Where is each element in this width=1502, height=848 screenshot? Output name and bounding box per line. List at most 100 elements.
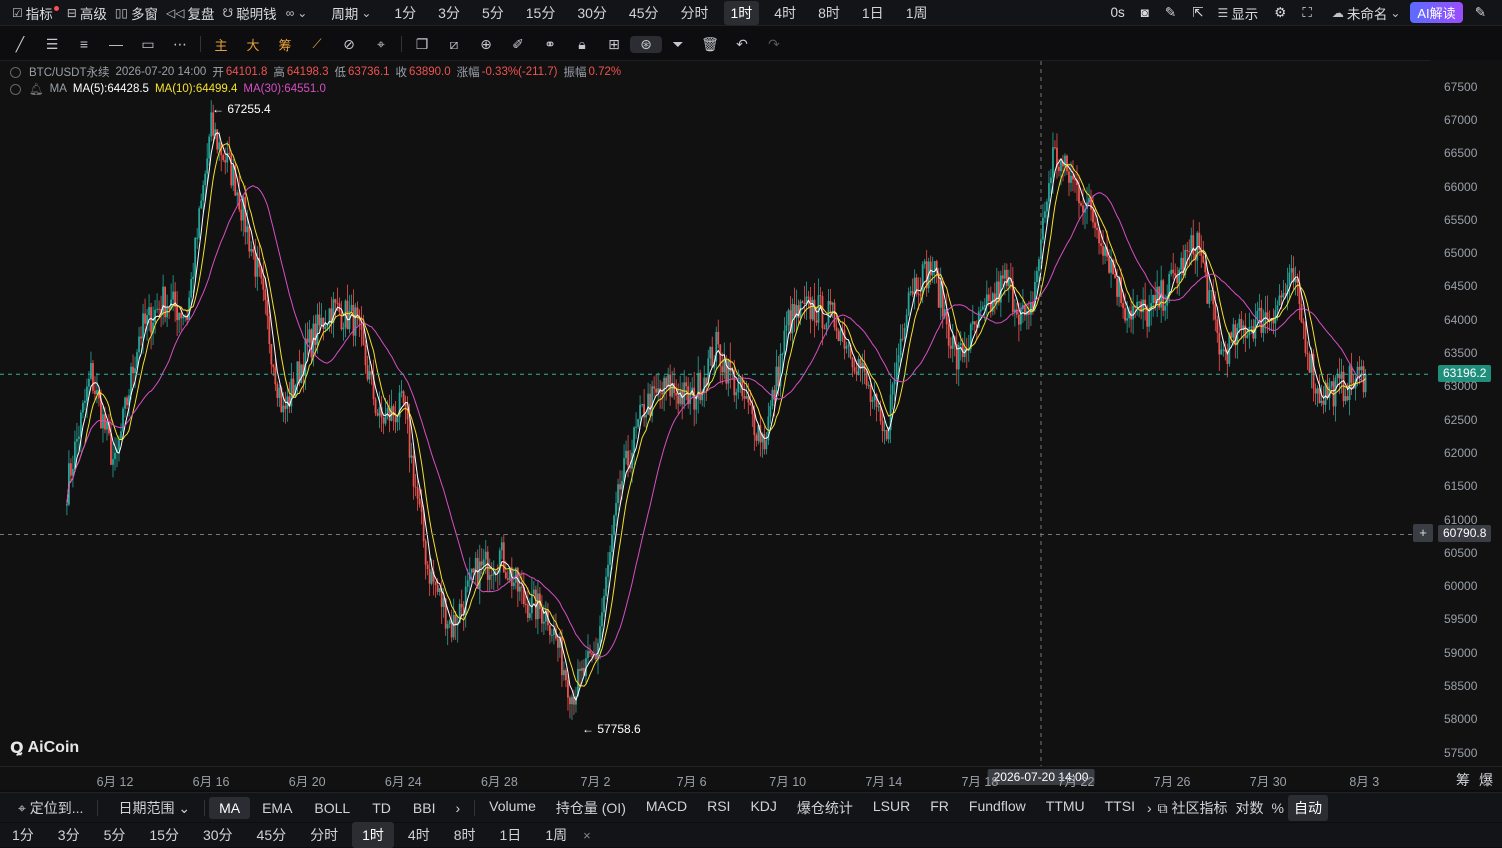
sub-indicator-tab-3[interactable]: RSI [697, 795, 740, 821]
filter-icon[interactable]: ⏷ [662, 36, 694, 53]
smart-money-button[interactable]: ☋ 聪明钱 ∞ ⌄ [219, 3, 312, 23]
date-range-dropdown[interactable]: 日期范围 ⌄ [108, 795, 200, 821]
candle-body [1340, 371, 1343, 379]
bottom-period-tab-10[interactable]: 1日 [490, 822, 532, 848]
sub-indicator-tab-8[interactable]: Fundflow [959, 795, 1036, 821]
settings-icon[interactable]: ⚙ [1270, 5, 1290, 21]
period-dropdown[interactable]: 周期 ⌄ [327, 3, 375, 23]
overlay-tab-3[interactable]: TD [362, 797, 401, 819]
period-tab-9[interactable]: 8时 [811, 1, 847, 25]
percent-toggle[interactable]: % [1268, 797, 1288, 819]
collapse-icon[interactable] [10, 83, 21, 95]
overlay-tab-0[interactable]: MA [209, 796, 251, 819]
lock-icon[interactable]: 🔒︎ [566, 36, 598, 53]
eraser-icon[interactable]: ✐ [502, 36, 534, 53]
period-tab-6[interactable]: 分时 [674, 1, 716, 25]
pencil-icon[interactable]: ✎ [1471, 5, 1490, 21]
chevron-right-icon[interactable]: › [445, 797, 470, 819]
bottom-period-tab-3[interactable]: 15分 [139, 822, 189, 848]
magnet-icon[interactable]: ⊘ [333, 36, 365, 53]
indicator-button[interactable]: ☑ 指标 [8, 3, 63, 23]
template-icon[interactable]: ⊞ [598, 36, 630, 53]
sub-indicator-tab-2[interactable]: MACD [636, 795, 697, 821]
period-tab-0[interactable]: 1分 [387, 1, 423, 25]
candlestick-chart[interactable] [0, 61, 1430, 767]
horizontal-ray-icon[interactable]: — [100, 36, 132, 52]
bell-icon[interactable]: 🔔︎ [29, 82, 44, 96]
candle-body [1362, 366, 1365, 393]
measure-icon[interactable]: ⌖ [365, 36, 397, 53]
collapse-icon[interactable] [10, 66, 21, 78]
period-tab-5[interactable]: 45分 [622, 1, 666, 25]
link-icon[interactable]: ⚭ [534, 36, 566, 53]
sub-indicator-tab-9[interactable]: TTMU [1036, 795, 1095, 821]
auto-scale-toggle[interactable]: 自动 [1287, 794, 1328, 821]
sub-indicator-tab-7[interactable]: FR [920, 795, 959, 821]
sub-indicator-tab-4[interactable]: KDJ [740, 795, 786, 821]
bottom-period-tab-0[interactable]: 1分 [2, 822, 44, 848]
camera-icon[interactable]: ◙ [1137, 5, 1153, 20]
sub-indicator-tab-0[interactable]: Volume [479, 795, 546, 821]
chips-button[interactable]: 筹 [269, 35, 301, 54]
layout-name-dropdown[interactable]: ☁ 未命名 ⌄ [1328, 3, 1405, 23]
community-indicators-button[interactable]: ⧉ 社区指标 [1154, 795, 1232, 821]
bottom-period-tab-6[interactable]: 分时 [300, 822, 348, 848]
period-tab-3[interactable]: 15分 [519, 1, 563, 25]
period-tab-1[interactable]: 3分 [431, 1, 467, 25]
trash-icon[interactable]: 🗑︎ [694, 36, 726, 53]
main-chart-button[interactable]: 主 [205, 35, 237, 54]
replay-button[interactable]: ◁◁ 复盘 [162, 3, 218, 23]
price-axis[interactable]: 63196.2 60790.8 67500 67000 66500 66000 6550… [1430, 60, 1502, 766]
bottom-period-tab-2[interactable]: 5分 [94, 822, 136, 848]
rectangle-icon[interactable]: ▭ [132, 36, 164, 53]
signal-icon[interactable]: ⟋ [301, 36, 333, 52]
add-alert-button[interactable]: + [1413, 524, 1433, 543]
zoom-icon[interactable]: ⊕ [470, 36, 502, 53]
more-tools-icon[interactable]: ⋯ [164, 36, 196, 53]
copy-icon[interactable]: ❐ [406, 36, 438, 53]
bottom-period-tab-1[interactable]: 3分 [48, 822, 90, 848]
liquidation-corner-button[interactable]: 爆 [1479, 770, 1493, 790]
ai-interpret-button[interactable]: AI解读 [1410, 2, 1463, 23]
chart-canvas[interactable]: BTC/USDT永续 2026-07-20 14:00 开 64101.8 高 64… [0, 60, 1430, 767]
big-order-button[interactable]: 大 [237, 35, 269, 54]
display-button[interactable]: ☰ 显示 [1214, 3, 1263, 23]
horizontal-lines-icon[interactable]: ≡ [68, 36, 100, 52]
sub-indicator-tab-10[interactable]: TTSI [1095, 795, 1145, 821]
bottom-period-tab-5[interactable]: 45分 [247, 822, 297, 848]
overlay-tab-1[interactable]: EMA [252, 797, 302, 819]
log-scale-toggle[interactable]: 对数 [1232, 795, 1268, 821]
bottom-period-tab-8[interactable]: 4时 [398, 822, 440, 848]
redo-icon[interactable]: ↷ [758, 36, 790, 53]
time-axis[interactable]: 2026-07-20 14:00 筹 爆 6月 12 6月 16 6月 20 6月 2… [0, 766, 1502, 790]
period-tab-10[interactable]: 1日 [855, 1, 891, 25]
period-tab-7[interactable]: 1时 [723, 0, 760, 25]
chips-corner-button[interactable]: 筹 [1456, 770, 1470, 790]
sub-indicator-tab-1[interactable]: 持仓量 (OI) [546, 795, 636, 821]
bottom-period-tab-7[interactable]: 1时 [352, 822, 394, 848]
pencil-icon[interactable]: ✎ [1161, 5, 1180, 21]
multi-window-button[interactable]: ▯▯ 多窗 [111, 3, 162, 23]
bottom-period-tab-9[interactable]: 8时 [444, 822, 486, 848]
overlay-tab-2[interactable]: BOLL [304, 797, 360, 819]
locate-button[interactable]: ⌖ 定位到... [8, 795, 93, 821]
period-tab-11[interactable]: 1周 [899, 1, 935, 25]
trend-line-icon[interactable]: ╱ [4, 36, 36, 53]
fullscreen-icon[interactable]: ⛶ [1298, 5, 1315, 21]
ruler-icon[interactable]: ⧄ [438, 36, 470, 53]
undo-icon[interactable]: ↶ [726, 36, 758, 53]
period-tab-4[interactable]: 30分 [570, 1, 614, 25]
magnet-mode-icon[interactable]: ⊛ [630, 35, 662, 53]
advanced-button[interactable]: ⊟ 高级 [63, 3, 111, 23]
sub-indicator-tab-5[interactable]: 爆仓统计 [787, 795, 863, 821]
overlay-tab-4[interactable]: BBI [403, 797, 446, 819]
parallel-lines-icon[interactable]: ☰ [36, 36, 68, 53]
period-tab-2[interactable]: 5分 [475, 1, 511, 25]
bottom-period-tab-4[interactable]: 30分 [193, 822, 243, 848]
sub-indicator-tab-6[interactable]: LSUR [863, 795, 920, 821]
close-icon[interactable]: × [583, 828, 591, 843]
period-tab-8[interactable]: 4时 [767, 1, 803, 25]
chevron-right-icon[interactable]: › [1145, 797, 1154, 819]
share-icon[interactable]: ⇱ [1188, 5, 1207, 21]
bottom-period-tab-11[interactable]: 1周 [535, 822, 577, 848]
